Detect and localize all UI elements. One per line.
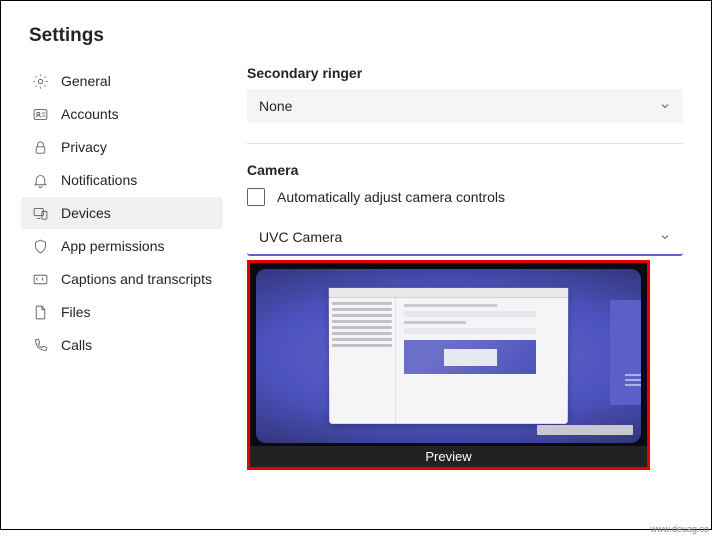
sidebar-item-label: Notifications	[61, 172, 137, 188]
camera-preview-feed: ☆	[256, 269, 641, 443]
settings-sidebar: General Accounts Privacy Notifications	[21, 65, 223, 470]
settings-main: Secondary ringer None Camera Automatical…	[247, 65, 683, 470]
sidebar-item-label: General	[61, 73, 111, 89]
watermark: www.deuag.co	[650, 524, 709, 534]
section-divider	[247, 143, 683, 144]
chevron-down-icon	[659, 231, 671, 243]
shield-icon	[31, 237, 49, 255]
preview-side-panel: ☆	[610, 300, 641, 404]
gear-icon	[31, 72, 49, 90]
sidebar-item-label: Calls	[61, 337, 92, 353]
sidebar-item-label: Files	[61, 304, 91, 320]
sidebar-item-app-permissions[interactable]: App permissions	[21, 230, 223, 262]
lock-icon	[31, 138, 49, 156]
auto-adjust-checkbox-row[interactable]: Automatically adjust camera controls	[247, 188, 683, 206]
preview-monitor	[329, 288, 568, 424]
secondary-ringer-value: None	[259, 98, 292, 114]
secondary-ringer-heading: Secondary ringer	[247, 65, 683, 81]
sidebar-item-label: Privacy	[61, 139, 107, 155]
id-card-icon	[31, 105, 49, 123]
page-title: Settings	[1, 1, 711, 65]
camera-heading: Camera	[247, 162, 683, 178]
sidebar-item-label: Accounts	[61, 106, 119, 122]
camera-preview: ☆ Preview	[247, 260, 650, 470]
sidebar-item-general[interactable]: General	[21, 65, 223, 97]
sidebar-item-label: Captions and transcripts	[61, 271, 212, 287]
sidebar-item-files[interactable]: Files	[21, 296, 223, 328]
camera-preview-label: Preview	[250, 446, 647, 467]
sidebar-item-label: Devices	[61, 205, 111, 221]
phone-icon	[31, 336, 49, 354]
secondary-ringer-select[interactable]: None	[247, 89, 683, 123]
camera-value: UVC Camera	[259, 229, 342, 245]
bell-icon	[31, 171, 49, 189]
sidebar-item-devices[interactable]: Devices	[21, 197, 223, 229]
auto-adjust-checkbox[interactable]	[247, 188, 265, 206]
file-icon	[31, 303, 49, 321]
captions-icon	[31, 270, 49, 288]
sidebar-item-privacy[interactable]: Privacy	[21, 131, 223, 163]
sidebar-item-notifications[interactable]: Notifications	[21, 164, 223, 196]
sidebar-item-calls[interactable]: Calls	[21, 329, 223, 361]
sidebar-item-accounts[interactable]: Accounts	[21, 98, 223, 130]
sidebar-item-captions[interactable]: Captions and transcripts	[21, 263, 223, 295]
auto-adjust-label: Automatically adjust camera controls	[277, 189, 505, 205]
sidebar-item-label: App permissions	[61, 238, 165, 254]
preview-taskbar	[537, 425, 633, 435]
camera-select[interactable]: UVC Camera	[247, 220, 683, 256]
devices-icon	[31, 204, 49, 222]
chevron-down-icon	[659, 100, 671, 112]
